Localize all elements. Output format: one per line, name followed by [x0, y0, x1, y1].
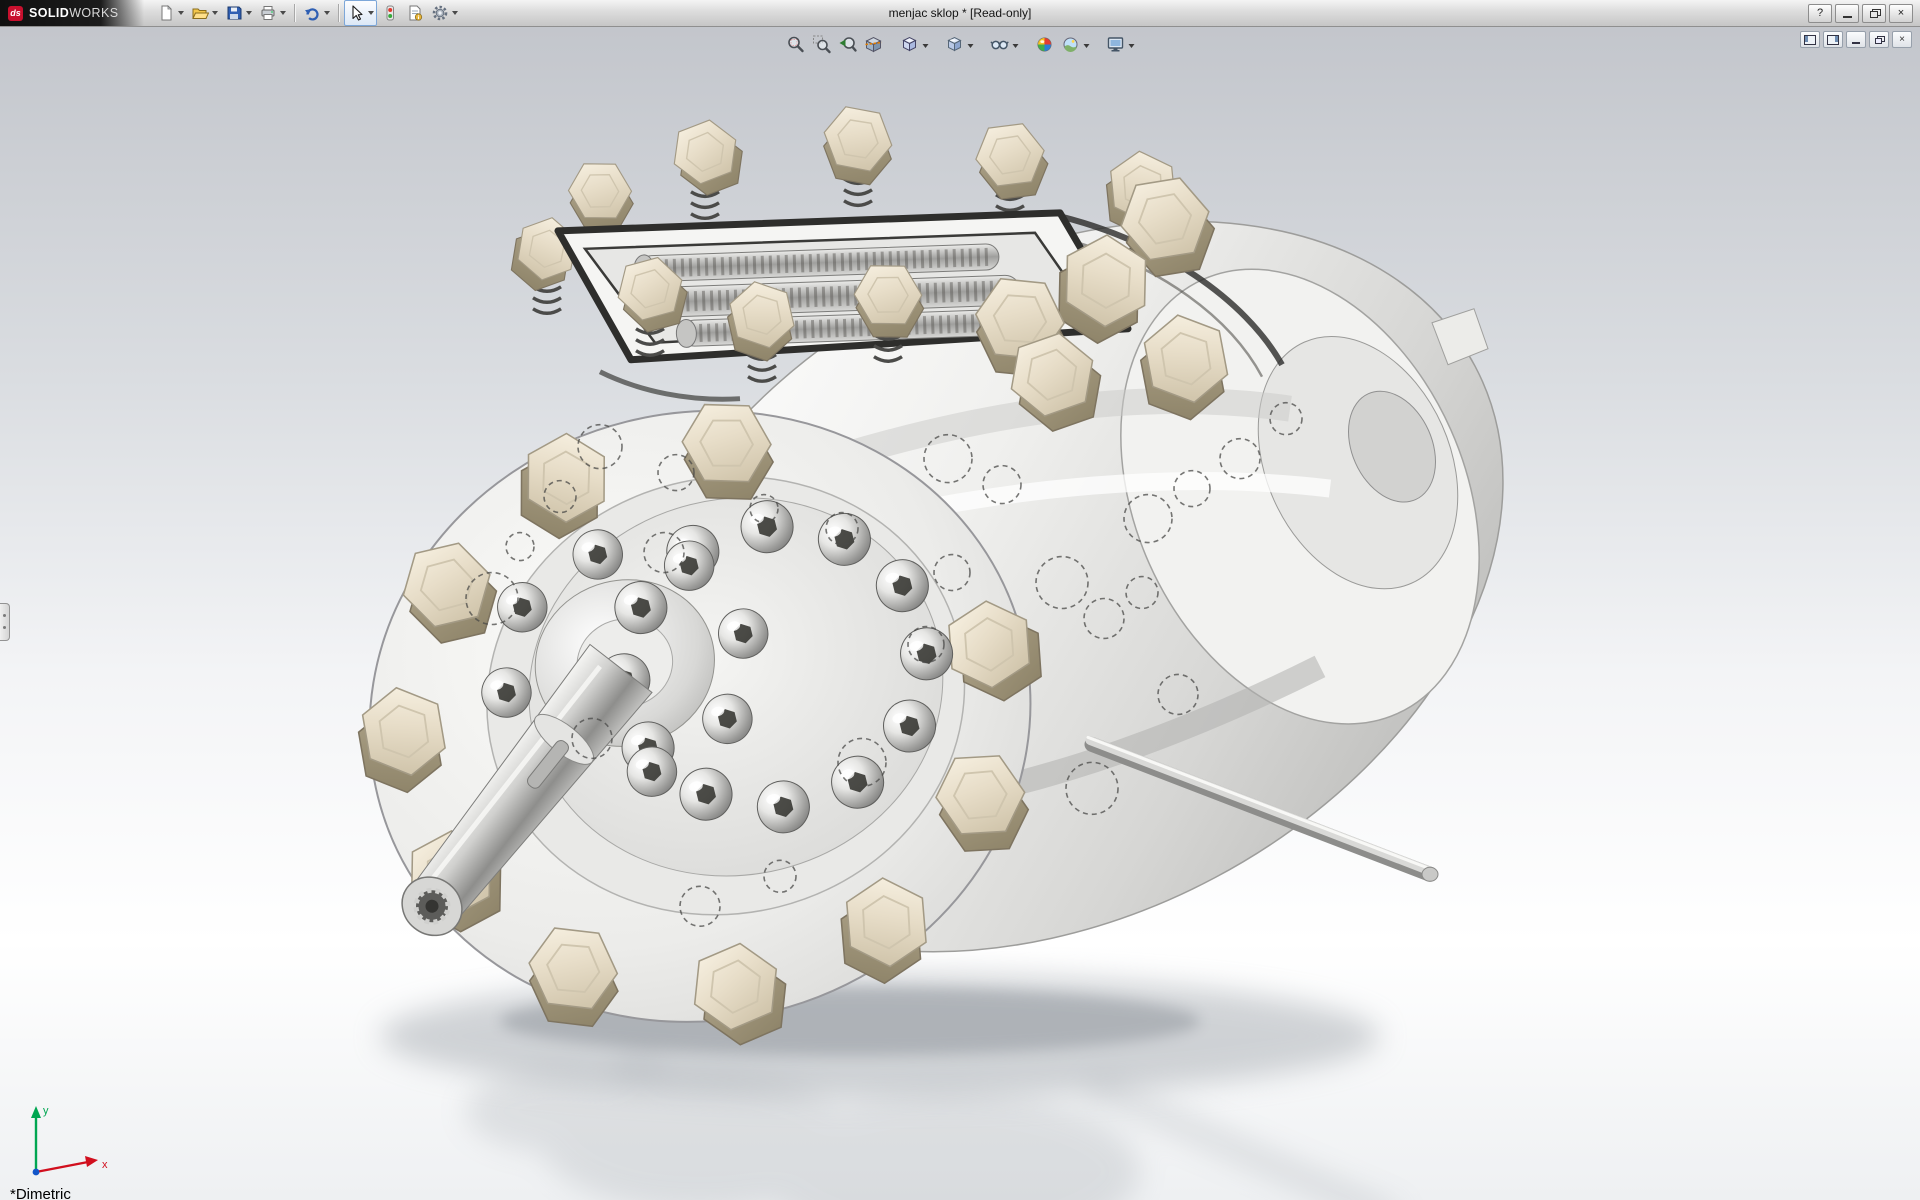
display-style-button[interactable]	[942, 32, 977, 60]
window-title: menjac sklop * [Read-only]	[889, 6, 1032, 20]
title-bar: ds SOLIDWORKS	[0, 0, 1920, 27]
solidworks-window: ds SOLIDWORKS	[0, 0, 1920, 1200]
chevron-down-icon[interactable]	[968, 44, 974, 48]
chevron-down-icon[interactable]	[923, 44, 929, 48]
zoom-to-fit-icon	[786, 34, 806, 59]
model-shadow	[380, 974, 1380, 1098]
previous-view-button[interactable]	[835, 32, 861, 60]
chevron-down-icon[interactable]	[246, 11, 252, 15]
restore-button[interactable]	[1862, 4, 1886, 23]
close-button[interactable]: ×	[1889, 4, 1913, 23]
previous-view-icon	[838, 34, 858, 59]
document-close-button[interactable]: ×	[1892, 31, 1912, 48]
solidworks-brand: ds SOLIDWORKS	[0, 0, 144, 26]
section-view-button[interactable]	[861, 32, 887, 60]
chevron-down-icon[interactable]	[1084, 44, 1090, 48]
display-style-cube-icon	[945, 34, 965, 59]
undo-icon	[303, 4, 321, 22]
undo-button[interactable]	[300, 0, 333, 26]
open-folder-icon	[191, 4, 209, 22]
open-document-button[interactable]	[188, 0, 221, 26]
print-button[interactable]	[256, 0, 289, 26]
chevron-down-icon[interactable]	[280, 11, 286, 15]
help-button[interactable]: ?	[1808, 4, 1832, 23]
rebuild-button[interactable]	[378, 0, 402, 26]
apply-scene-button[interactable]	[1058, 32, 1093, 60]
chevron-down-icon[interactable]	[452, 11, 458, 15]
triad-z-axis	[33, 1169, 40, 1176]
left-pane-toggle-button[interactable]	[1800, 31, 1820, 48]
chevron-down-icon[interactable]	[324, 11, 330, 15]
chevron-down-icon[interactable]	[1013, 44, 1019, 48]
options-button[interactable]	[428, 0, 461, 26]
edit-appearance-ball-icon	[1035, 34, 1055, 59]
triad-y-axis: y	[31, 1105, 49, 1172]
select-cursor-icon	[347, 4, 365, 22]
featuremanager-collapsed-tab[interactable]	[0, 603, 10, 641]
document-window-controls: ×	[1800, 31, 1912, 48]
zoom-to-area-button[interactable]	[809, 32, 835, 60]
chevron-down-icon[interactable]	[368, 11, 374, 15]
restore-icon	[1870, 9, 1879, 17]
chevron-down-icon[interactable]	[178, 11, 184, 15]
hide-show-glasses-icon	[990, 34, 1010, 59]
rebuild-traffic-light-icon	[381, 4, 399, 22]
select-tool-button[interactable]	[344, 0, 377, 26]
main-toolbar	[154, 0, 461, 26]
view-orientation-label: *Dimetric	[10, 1186, 71, 1200]
minimize-button[interactable]	[1835, 4, 1859, 23]
right-pane-icon	[1827, 35, 1839, 45]
minimize-icon	[1852, 42, 1860, 44]
svg-text:x: x	[102, 1159, 108, 1171]
hide-show-items-button[interactable]	[987, 32, 1022, 60]
dassault-logo-icon: ds	[8, 6, 23, 21]
print-icon	[259, 4, 277, 22]
document-minimize-button[interactable]	[1846, 31, 1866, 48]
document-restore-button[interactable]	[1869, 31, 1889, 48]
window-controls: ? ×	[1808, 4, 1920, 23]
chevron-down-icon[interactable]	[212, 11, 218, 15]
file-properties-icon	[406, 4, 424, 22]
save-floppy-icon	[225, 4, 243, 22]
apply-scene-icon	[1061, 34, 1081, 59]
view-settings-button[interactable]	[1103, 32, 1138, 60]
section-view-icon	[864, 34, 884, 59]
toolbar-separator	[338, 4, 339, 22]
brand-text: SOLIDWORKS	[29, 6, 118, 20]
restore-icon	[1875, 36, 1884, 44]
edit-appearance-button[interactable]	[1032, 32, 1058, 60]
chevron-down-icon[interactable]	[1129, 44, 1135, 48]
right-pane-toggle-button[interactable]	[1823, 31, 1843, 48]
graphics-area[interactable]: × y x *Dimetric	[0, 27, 1920, 1200]
model-3d-view[interactable]	[0, 27, 1920, 1200]
new-document-button[interactable]	[154, 0, 187, 26]
save-button[interactable]	[222, 0, 255, 26]
heads-up-view-toolbar	[783, 32, 1138, 60]
svg-text:y: y	[43, 1105, 49, 1117]
zoom-to-fit-button[interactable]	[783, 32, 809, 60]
view-settings-icon	[1106, 34, 1126, 59]
minimize-icon	[1843, 16, 1852, 18]
triad-x-axis: x	[36, 1156, 108, 1172]
new-document-icon	[157, 4, 175, 22]
view-orientation-cube-icon	[900, 34, 920, 59]
zoom-to-area-icon	[812, 34, 832, 59]
view-orientation-button[interactable]	[897, 32, 932, 60]
reference-triad: y x	[10, 1084, 130, 1184]
options-gear-icon	[431, 4, 449, 22]
left-pane-icon	[1804, 35, 1816, 45]
toolbar-separator	[294, 4, 295, 22]
file-properties-button[interactable]	[403, 0, 427, 26]
